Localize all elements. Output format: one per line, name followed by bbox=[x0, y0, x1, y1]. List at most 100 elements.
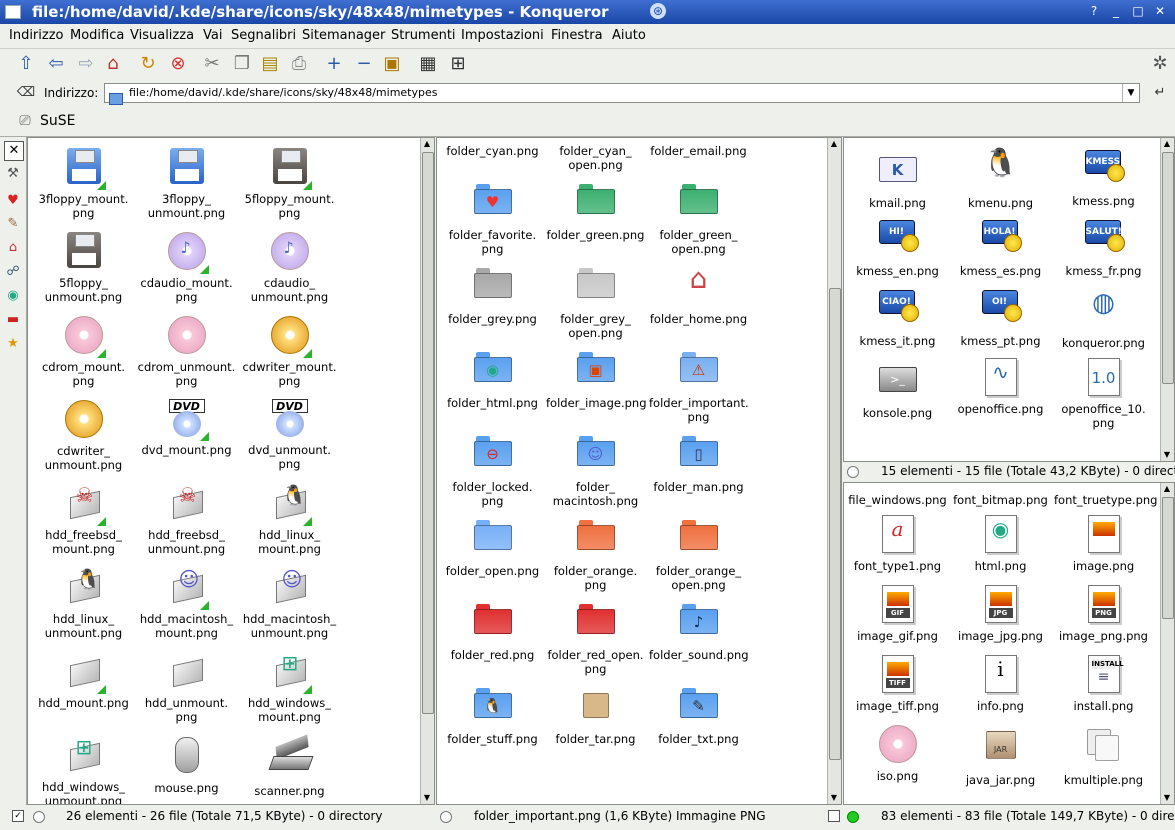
right-top-file-view[interactable]: Kkmail.png 🐧 kmenu.png KMESS kmess.png HI! kme… bbox=[843, 137, 1175, 462]
location-input[interactable]: file:/home/david/.kde/share/icons/sky/48… bbox=[104, 83, 1140, 105]
file-item[interactable]: ⊞ hdd_windows_ unmount.png bbox=[32, 734, 135, 804]
file-item[interactable]: ◉ html.png bbox=[949, 513, 1052, 583]
file-item[interactable]: DVD dvd_mount.png bbox=[135, 398, 238, 482]
file-item[interactable]: ☠ hdd_freebsd_ unmount.png bbox=[135, 482, 238, 566]
file-item[interactable]: folder_grey.png bbox=[441, 262, 544, 346]
file-item[interactable]: DVD dvd_unmount. png bbox=[238, 398, 341, 482]
back-icon[interactable]: ⇧ bbox=[14, 53, 38, 75]
heart-icon[interactable]: ♥ bbox=[4, 192, 22, 210]
file-item[interactable]: JPG image_jpg.png bbox=[949, 583, 1052, 653]
file-item[interactable]: KMESS kmess.png bbox=[1052, 146, 1155, 216]
scroll-thumb[interactable] bbox=[1162, 497, 1174, 619]
tree-view-icon[interactable]: ⊞ bbox=[446, 53, 470, 75]
file-item[interactable]: image.png bbox=[1052, 513, 1155, 583]
folder-icon[interactable]: ▬ bbox=[4, 311, 22, 329]
zoom-in-icon[interactable]: + bbox=[322, 53, 346, 75]
file-item[interactable]: 5floppy_ unmount.png bbox=[32, 230, 135, 314]
scroll-thumb[interactable] bbox=[829, 288, 841, 760]
file-item[interactable]: folder_tar.png bbox=[544, 682, 647, 766]
file-item[interactable]: SALUT! kmess_fr.png bbox=[1052, 216, 1155, 286]
left-scrollbar[interactable]: ▲ ▼ bbox=[420, 138, 434, 804]
file-item[interactable]: ⊞ hdd_windows_ mount.png bbox=[238, 650, 341, 734]
network-icon[interactable]: ☍ bbox=[4, 263, 22, 281]
help-button[interactable]: ? bbox=[1085, 3, 1103, 19]
file-item[interactable]: INSTALL ≡ install.png bbox=[1052, 653, 1155, 723]
file-item[interactable]: cdwriter_ unmount.png bbox=[32, 398, 135, 482]
scroll-thumb[interactable] bbox=[1162, 152, 1174, 384]
forward-icon[interactable]: ⇦ bbox=[44, 53, 68, 75]
middle-scrollbar[interactable]: ▲ ▼ bbox=[827, 138, 841, 804]
right-bottom-scrollbar[interactable]: ▲ ▼ bbox=[1160, 483, 1174, 804]
close-icon[interactable]: ✕ bbox=[4, 141, 24, 161]
file-item[interactable]: hdd_unmount. png bbox=[135, 650, 238, 734]
file-item[interactable]: ☺ folder_ macintosh.png bbox=[544, 430, 647, 514]
forward-disabled-icon[interactable]: ⇨ bbox=[74, 53, 98, 75]
file-item[interactable]: ⚠ folder_important. png bbox=[647, 346, 750, 430]
maximize-button[interactable]: □ bbox=[1129, 3, 1147, 19]
file-item[interactable]: folder_green.png bbox=[544, 178, 647, 262]
menu-impostazioni[interactable]: Impostazioni bbox=[461, 28, 544, 43]
file-item[interactable]: iso.png bbox=[846, 723, 949, 793]
menu-vai[interactable]: Vai bbox=[203, 28, 222, 43]
file-item[interactable]: TIFF image_tiff.png bbox=[846, 653, 949, 723]
middle-file-view[interactable]: folder_cyan.png folder_cyan_ open.png folde… bbox=[436, 137, 842, 805]
file-item[interactable]: folder_red_open. png bbox=[544, 598, 647, 682]
file-item[interactable]: 3floppy_mount. png bbox=[32, 146, 135, 230]
history-icon[interactable]: ✎ bbox=[4, 215, 22, 233]
file-item[interactable]: ♪ cdaudio_mount. png bbox=[135, 230, 238, 314]
file-item[interactable]: hdd_mount.png bbox=[32, 650, 135, 734]
file-item[interactable]: folder_cyan.png bbox=[441, 144, 544, 172]
minimize-button[interactable]: _ bbox=[1107, 3, 1125, 19]
file-item[interactable]: HOLA! kmess_es.png bbox=[949, 216, 1052, 286]
clear-location-icon[interactable]: ⌫ bbox=[14, 82, 38, 104]
menu-visualizza[interactable]: Visualizza bbox=[130, 28, 194, 43]
file-item[interactable]: scanner.png bbox=[238, 734, 341, 804]
stop-icon[interactable]: ⊗ bbox=[166, 53, 190, 75]
file-item[interactable]: 🐧 kmenu.png bbox=[949, 146, 1052, 216]
file-item[interactable]: 🐧 folder_stuff.png bbox=[441, 682, 544, 766]
scroll-down-icon[interactable]: ▼ bbox=[421, 792, 433, 804]
file-item[interactable]: HI! kmess_en.png bbox=[846, 216, 949, 286]
file-item[interactable]: mouse.png bbox=[135, 734, 238, 804]
file-item[interactable]: ♪ cdaudio_ unmount.png bbox=[238, 230, 341, 314]
window-menu-icon[interactable] bbox=[5, 5, 21, 19]
file-item[interactable]: ▯ folder_man.png bbox=[647, 430, 750, 514]
file-item[interactable]: ◍ konqueror.png bbox=[1052, 286, 1155, 356]
zoom-out-icon[interactable]: − bbox=[352, 53, 376, 75]
copy-icon[interactable]: ❐ bbox=[230, 53, 254, 75]
home-icon[interactable]: ⌂ bbox=[4, 239, 22, 257]
file-item[interactable]: folder_orange. png bbox=[544, 514, 647, 598]
close-button[interactable]: ✕ bbox=[1151, 3, 1169, 19]
file-item[interactable]: ◉ folder_html.png bbox=[441, 346, 544, 430]
file-item[interactable]: 🐧 hdd_linux_ mount.png bbox=[238, 482, 341, 566]
file-item[interactable]: ⊖ folder_locked. png bbox=[441, 430, 544, 514]
file-item[interactable]: folder_green_ open.png bbox=[647, 178, 750, 262]
cut-icon[interactable]: ✂ bbox=[200, 53, 224, 75]
bookmark-suse[interactable]: SuSE bbox=[40, 113, 76, 129]
link-view-checkbox[interactable]: ✓ bbox=[12, 810, 24, 822]
bookmark-icon[interactable]: ▣ bbox=[380, 53, 404, 75]
file-item[interactable]: OI! kmess_pt.png bbox=[949, 286, 1052, 356]
menu-indirizzo[interactable]: Indirizzo bbox=[9, 28, 64, 43]
menu-strumenti[interactable]: Strumenti bbox=[391, 28, 456, 43]
scroll-down-icon[interactable]: ▼ bbox=[828, 792, 840, 804]
file-item[interactable]: ☠ hdd_freebsd_ mount.png bbox=[32, 482, 135, 566]
file-item[interactable]: 5floppy_mount. png bbox=[238, 146, 341, 230]
file-item[interactable]: folder_orange_ open.png bbox=[647, 514, 750, 598]
file-item[interactable]: JAR java_jar.png bbox=[949, 723, 1052, 793]
file-item[interactable]: folder_email.png bbox=[647, 144, 750, 172]
file-item[interactable]: ☺ hdd_macintosh_ mount.png bbox=[135, 566, 238, 650]
chevron-down-icon[interactable]: ▼ bbox=[1122, 84, 1139, 102]
menu-aiuto[interactable]: Aiuto bbox=[612, 28, 646, 43]
right-top-scrollbar[interactable]: ▲ ▼ bbox=[1160, 138, 1174, 461]
scroll-down-icon[interactable]: ▼ bbox=[1161, 449, 1173, 461]
link-view-checkbox-2[interactable] bbox=[828, 810, 840, 822]
menu-segnalibri[interactable]: Segnalibri bbox=[231, 28, 296, 43]
left-file-view[interactable]: 3floppy_mount. png 3floppy_ unmount.png 5flo… bbox=[27, 137, 435, 805]
print-icon[interactable]: ⎙ bbox=[287, 53, 311, 75]
file-item[interactable]: >_ konsole.png bbox=[846, 356, 949, 426]
menu-sitemanager[interactable]: Sitemanager bbox=[302, 28, 385, 43]
menu-finestra[interactable]: Finestra bbox=[551, 28, 603, 43]
scroll-up-icon[interactable]: ▲ bbox=[828, 138, 840, 150]
file-item[interactable]: file_windows.png bbox=[846, 493, 949, 507]
